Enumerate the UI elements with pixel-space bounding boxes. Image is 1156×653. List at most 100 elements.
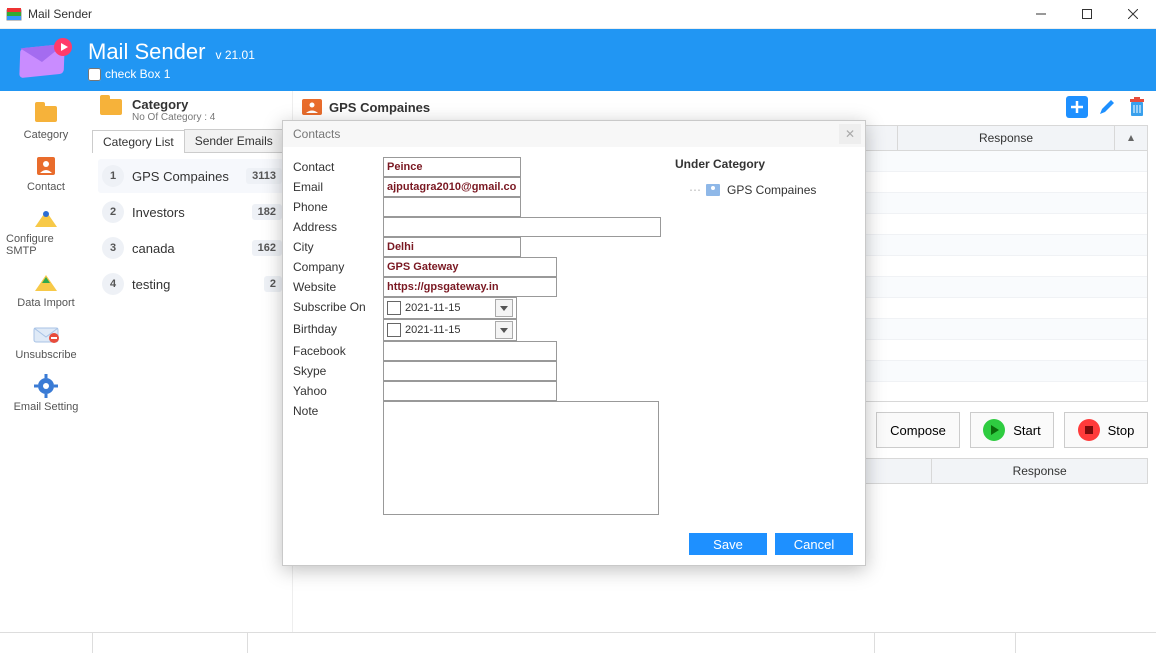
date-subscribe[interactable]: 2021-11-15 bbox=[383, 297, 517, 319]
app-title: Mail Sender v 21.01 bbox=[88, 39, 255, 65]
category-row[interactable]: 3 canada 162 bbox=[98, 231, 286, 265]
label-yahoo: Yahoo bbox=[293, 381, 383, 398]
play-icon bbox=[983, 419, 1005, 441]
input-contact[interactable] bbox=[383, 157, 521, 177]
contact-form: Contact Email Phone Address City Company… bbox=[293, 157, 663, 523]
date-birthday-value: 2021-11-15 bbox=[405, 324, 460, 336]
window-titlebar: Mail Sender bbox=[0, 0, 1156, 29]
main-title: GPS Compaines bbox=[329, 100, 1066, 115]
progress-header-response[interactable]: Response bbox=[932, 459, 1147, 483]
window-title: Mail Sender bbox=[28, 7, 92, 21]
under-category-title: Under Category bbox=[675, 157, 855, 171]
date-subscribe-value: 2021-11-15 bbox=[405, 302, 460, 314]
add-button[interactable] bbox=[1066, 96, 1088, 118]
side-nav: Category Contact Configure SMTP Data Imp… bbox=[0, 91, 92, 653]
nav-contact[interactable]: Contact bbox=[6, 149, 86, 197]
nav-email-setting[interactable]: Email Setting bbox=[6, 369, 86, 417]
minimize-button[interactable] bbox=[1018, 0, 1064, 28]
category-row-num: 2 bbox=[102, 201, 124, 223]
import-icon bbox=[31, 269, 61, 295]
category-tabs: Category List Sender Emails bbox=[92, 129, 292, 153]
contacts-small-icon bbox=[705, 183, 721, 197]
nav-category[interactable]: Category bbox=[6, 97, 86, 145]
category-list: 1 GPS Compaines 3113 2 Investors 182 3 c… bbox=[92, 153, 292, 653]
dropdown-icon[interactable] bbox=[495, 321, 513, 339]
unsubscribe-icon bbox=[31, 321, 61, 347]
category-row-num: 3 bbox=[102, 237, 124, 259]
category-row[interactable]: 4 testing 2 bbox=[98, 267, 286, 301]
compose-button-label: Compose bbox=[890, 423, 946, 438]
nav-unsubscribe[interactable]: Unsubscribe bbox=[6, 317, 86, 365]
compose-button[interactable]: Compose bbox=[876, 412, 960, 448]
dropdown-icon[interactable] bbox=[495, 299, 513, 317]
input-address[interactable] bbox=[383, 217, 661, 237]
smtp-icon bbox=[31, 205, 61, 231]
start-button[interactable]: Start bbox=[970, 412, 1054, 448]
grid-scroll-up[interactable] bbox=[1114, 126, 1147, 150]
folder-icon bbox=[31, 101, 61, 127]
input-skype[interactable] bbox=[383, 361, 557, 381]
cancel-button[interactable]: Cancel bbox=[775, 533, 853, 555]
category-row-count: 2 bbox=[264, 276, 282, 292]
nav-category-label: Category bbox=[24, 129, 69, 141]
nav-import[interactable]: Data Import bbox=[6, 265, 86, 313]
nav-contact-label: Contact bbox=[27, 181, 65, 193]
label-birthday: Birthday bbox=[293, 319, 383, 336]
input-email[interactable] bbox=[383, 177, 521, 197]
modal-close-button[interactable]: ✕ bbox=[839, 124, 861, 144]
nav-import-label: Data Import bbox=[17, 297, 74, 309]
save-button[interactable]: Save bbox=[689, 533, 767, 555]
tab-sender-emails[interactable]: Sender Emails bbox=[184, 129, 284, 152]
banner-checkbox-input[interactable] bbox=[88, 68, 101, 81]
stop-button-label: Stop bbox=[1108, 423, 1135, 438]
stop-button[interactable]: Stop bbox=[1064, 412, 1148, 448]
category-row-num: 1 bbox=[102, 165, 124, 187]
banner-checkbox-label: check Box 1 bbox=[105, 67, 170, 81]
date-birthday[interactable]: 2021-11-15 bbox=[383, 319, 517, 341]
grid-header-response[interactable]: Response bbox=[898, 126, 1114, 150]
maximize-button[interactable] bbox=[1064, 0, 1110, 28]
input-city[interactable] bbox=[383, 237, 521, 257]
tab-category-list[interactable]: Category List bbox=[92, 130, 185, 153]
app-icon bbox=[6, 6, 22, 22]
category-row[interactable]: 2 Investors 182 bbox=[98, 195, 286, 229]
app-version: v 21.01 bbox=[216, 48, 255, 62]
label-phone: Phone bbox=[293, 197, 383, 214]
category-row-name: Investors bbox=[132, 205, 252, 220]
stop-icon bbox=[1078, 419, 1100, 441]
input-facebook[interactable] bbox=[383, 341, 557, 361]
folder-icon bbox=[100, 99, 126, 121]
label-skype: Skype bbox=[293, 361, 383, 378]
category-row-name: canada bbox=[132, 241, 252, 256]
edit-button[interactable] bbox=[1096, 96, 1118, 118]
category-subtitle: No Of Category : 4 bbox=[132, 112, 215, 123]
category-row-count: 162 bbox=[252, 240, 282, 256]
start-button-label: Start bbox=[1013, 423, 1040, 438]
input-website[interactable] bbox=[383, 277, 557, 297]
input-company[interactable] bbox=[383, 257, 557, 277]
category-tree-item[interactable]: ⋯ GPS Compaines bbox=[675, 183, 855, 197]
contacts-icon bbox=[301, 98, 323, 116]
nav-smtp[interactable]: Configure SMTP bbox=[6, 201, 86, 261]
checkbox-icon[interactable] bbox=[387, 301, 401, 315]
label-email: Email bbox=[293, 177, 383, 194]
banner-checkbox[interactable]: check Box 1 bbox=[88, 67, 255, 81]
tree-connector-icon: ⋯ bbox=[689, 183, 699, 197]
close-button[interactable] bbox=[1110, 0, 1156, 28]
input-yahoo[interactable] bbox=[383, 381, 557, 401]
input-phone[interactable] bbox=[383, 197, 521, 217]
contact-modal: Contacts ✕ Contact Email Phone Address C… bbox=[282, 120, 866, 566]
label-subscribe: Subscribe On bbox=[293, 297, 383, 314]
category-row-name: GPS Compaines bbox=[132, 169, 246, 184]
category-row[interactable]: 1 GPS Compaines 3113 bbox=[98, 159, 286, 193]
contacts-icon bbox=[31, 153, 61, 179]
checkbox-icon[interactable] bbox=[387, 323, 401, 337]
app-banner: Mail Sender v 21.01 check Box 1 bbox=[0, 29, 1156, 91]
delete-button[interactable] bbox=[1126, 96, 1148, 118]
label-address: Address bbox=[293, 217, 383, 234]
input-note[interactable] bbox=[383, 401, 659, 515]
app-title-text: Mail Sender bbox=[88, 39, 205, 64]
modal-buttons: Save Cancel bbox=[283, 523, 865, 565]
category-row-count: 182 bbox=[252, 204, 282, 220]
category-row-num: 4 bbox=[102, 273, 124, 295]
